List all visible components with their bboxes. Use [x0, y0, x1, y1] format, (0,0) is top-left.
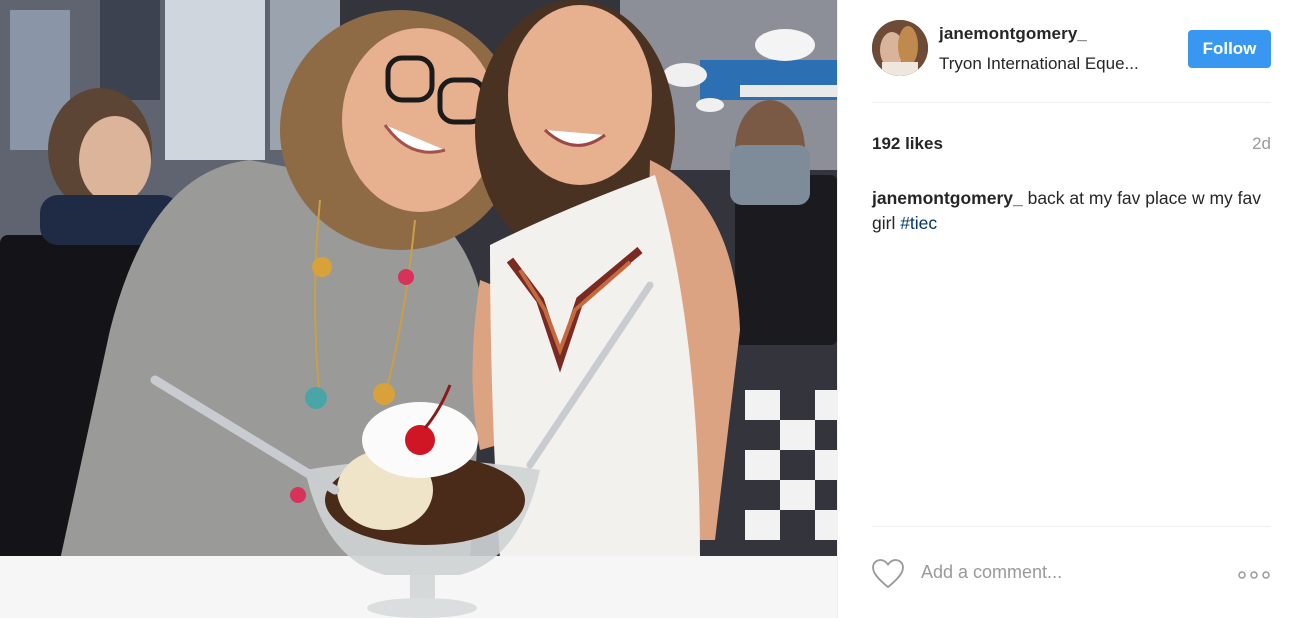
comment-bar: [872, 526, 1271, 618]
instagram-post: janemontgomery_ Tryon International Eque…: [0, 0, 1292, 618]
post-caption: janemontgomery_ back at my fav place w m…: [872, 186, 1272, 236]
post-location[interactable]: Tryon International Eque...: [939, 54, 1139, 74]
post-photo-image: [0, 0, 837, 618]
comment-input[interactable]: [919, 561, 1223, 584]
avatar-image: [872, 20, 928, 76]
more-options-icon[interactable]: [1237, 565, 1271, 585]
post-details-panel: janemontgomery_ Tryon International Eque…: [837, 0, 1292, 618]
follow-button[interactable]: Follow: [1188, 30, 1271, 68]
post-photo[interactable]: [0, 0, 837, 618]
likes-count[interactable]: 192 likes: [872, 134, 943, 154]
heart-icon[interactable]: [872, 559, 904, 589]
avatar[interactable]: [872, 20, 928, 76]
caption-hashtag[interactable]: #tiec: [900, 213, 937, 233]
post-author-username[interactable]: janemontgomery_: [939, 24, 1087, 44]
post-header: janemontgomery_ Tryon International Eque…: [872, 0, 1271, 103]
post-timestamp[interactable]: 2d: [1252, 134, 1271, 154]
caption-username[interactable]: janemontgomery_: [872, 188, 1023, 208]
